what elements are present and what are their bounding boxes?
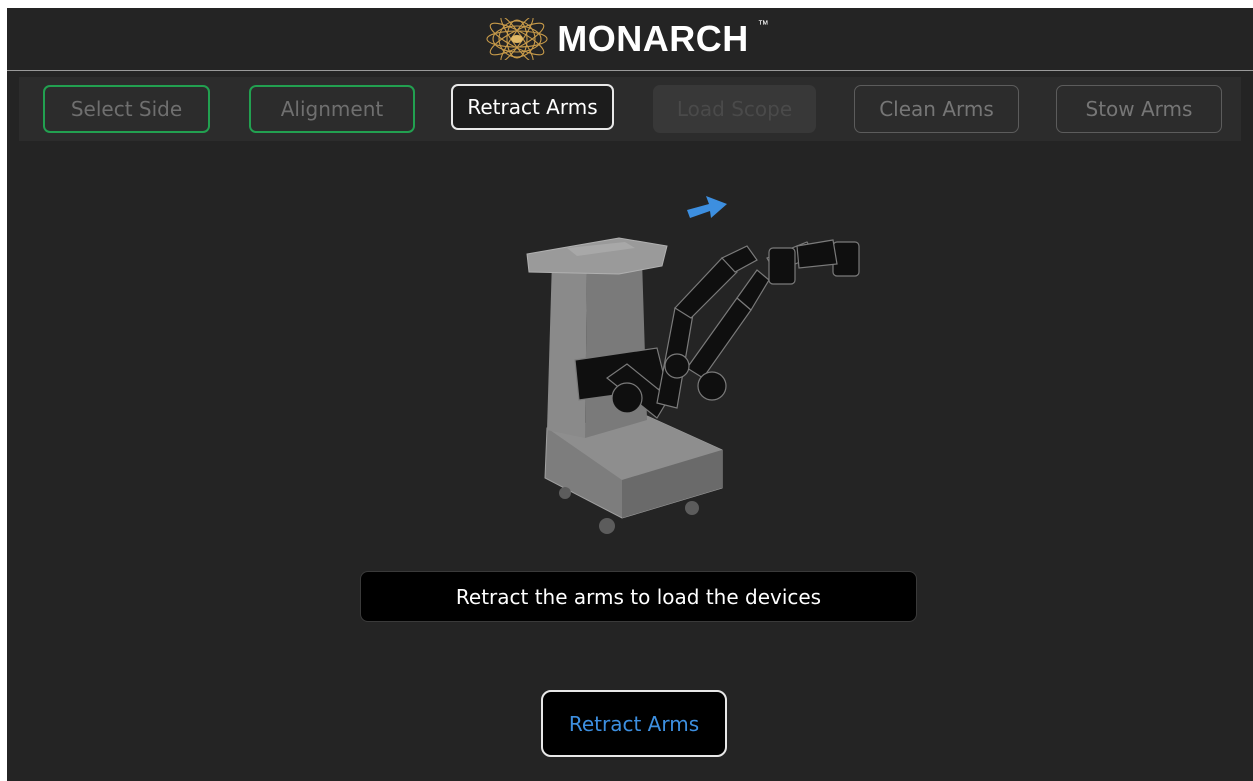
step-stow-arms[interactable]: Stow Arms xyxy=(1056,85,1222,133)
step-clean-arms[interactable]: Clean Arms xyxy=(854,85,1019,133)
step-select-side[interactable]: Select Side xyxy=(43,85,210,133)
app-header: MONARCH ™ xyxy=(7,8,1253,70)
instruction-message: Retract the arms to load the devices xyxy=(360,571,917,622)
brand-name: MONARCH xyxy=(557,18,749,59)
app-window: MONARCH ™ Select Side Alignment Retract A… xyxy=(7,8,1253,781)
step-retract-arms[interactable]: Retract Arms xyxy=(451,84,614,130)
trademark-symbol: ™ xyxy=(757,19,769,31)
step-load-scope[interactable]: Load Scope xyxy=(653,85,816,133)
monarch-logo-icon xyxy=(486,18,548,60)
workflow-steps: Select Side Alignment Retract Arms Load … xyxy=(19,77,1241,141)
robot-cart-illustration xyxy=(526,196,860,534)
arrow-right-icon xyxy=(687,196,727,218)
header-divider xyxy=(7,70,1253,71)
retract-arms-button[interactable]: Retract Arms xyxy=(541,690,727,757)
step-alignment[interactable]: Alignment xyxy=(249,85,415,133)
brand: MONARCH ™ xyxy=(485,18,769,60)
